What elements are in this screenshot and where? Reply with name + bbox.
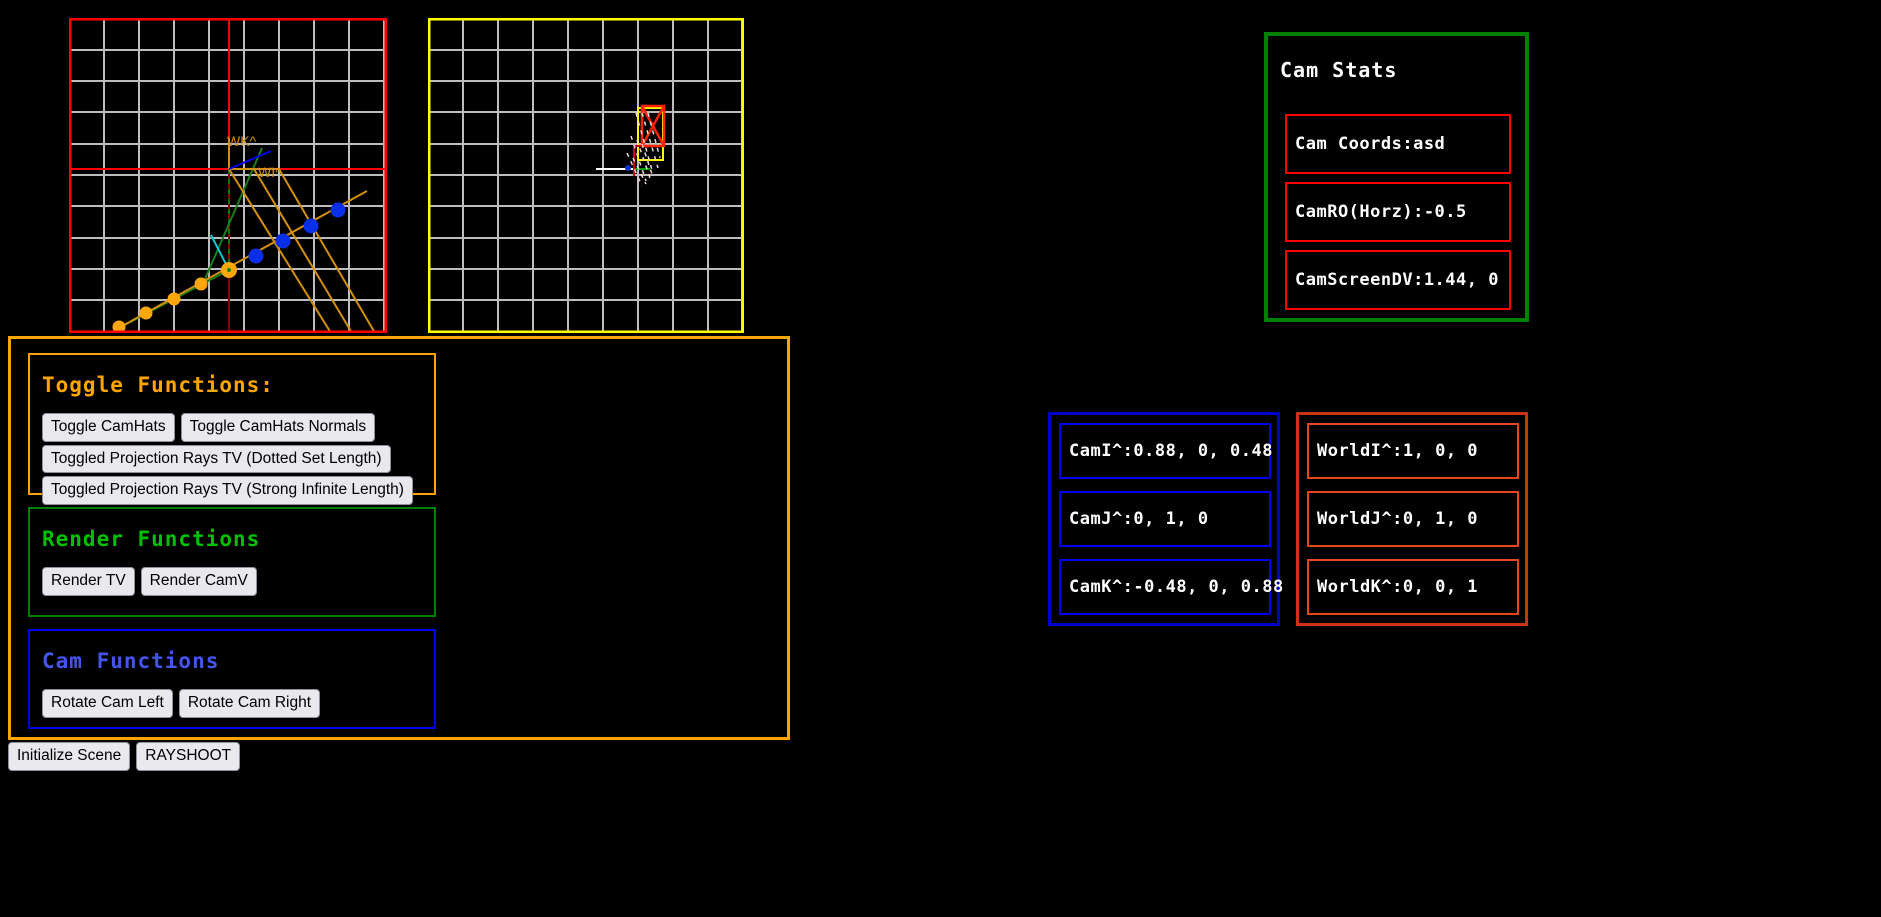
stat-cam-coords: Cam Coords:asd — [1285, 114, 1511, 174]
toggle-camhats-normals-button[interactable]: Toggle CamHats Normals — [180, 413, 376, 442]
orange-point — [139, 306, 153, 320]
rotate-cam-left-button[interactable]: Rotate Cam Left — [42, 689, 173, 718]
orange-point — [167, 292, 181, 306]
stat-cam-screen-dv-text: CamScreenDV:1.44, 0 — [1295, 270, 1499, 290]
stat-cam-ro-text: CamRO(Horz):-0.5 — [1295, 202, 1467, 222]
render-functions-panel: Render Functions Render TV Render CamV — [28, 507, 436, 617]
bottom-button-bar: Initialize Scene RAYSHOOT — [8, 742, 246, 774]
toggle-projection-rays-dotted-button[interactable]: Toggled Projection Rays TV (Dotted Set L… — [42, 444, 391, 473]
toggle-projection-rays-infinite-button[interactable]: Toggled Projection Rays TV (Strong Infin… — [42, 476, 413, 505]
cam-i-vector-box: CamI^:0.88, 0, 0.48 — [1059, 423, 1273, 479]
world-vectors-panel: WorldI^:1, 0, 0 WorldJ^:0, 1, 0 WorldK^:… — [1296, 412, 1528, 626]
cam-stats-title: Cam Stats — [1280, 58, 1398, 82]
cam-j-vector-text: CamJ^:0, 1, 0 — [1069, 509, 1209, 529]
camera-blue-point — [625, 165, 631, 171]
blue-point — [248, 248, 264, 264]
world-view-canvas[interactable]: WK^ WI^ — [69, 18, 387, 333]
world-view-svg[interactable]: WK^ WI^ — [69, 18, 387, 333]
cam-functions-title: Cam Functions — [42, 649, 220, 673]
render-functions-inner: Render Functions Render TV Render CamV — [42, 527, 426, 599]
cam-vectors-panel: CamI^:0.88, 0, 0.48 CamJ^:0, 1, 0 CamK^:… — [1048, 412, 1283, 626]
cam-k-vector-box: CamK^:-0.48, 0, 0.88 — [1059, 559, 1283, 615]
cam-functions-panel: Cam Functions Rotate Cam Left Rotate Cam … — [28, 629, 436, 729]
toggle-functions-panel: Toggle Functions: Toggle CamHats Toggle C… — [28, 353, 436, 505]
cam-functions-inner: Cam Functions Rotate Cam Left Rotate Cam … — [42, 649, 426, 721]
cam-j-vector-box: CamJ^:0, 1, 0 — [1059, 491, 1271, 547]
world-j-vector-box: WorldJ^:0, 1, 0 — [1307, 491, 1519, 547]
camera-origin-core — [227, 268, 231, 272]
toggle-camhats-button[interactable]: Toggle CamHats — [42, 413, 175, 442]
world-k-vector-text: WorldK^:0, 0, 1 — [1317, 577, 1479, 597]
stat-cam-ro: CamRO(Horz):-0.5 — [1285, 182, 1511, 242]
world-j-vector-text: WorldJ^:0, 1, 0 — [1317, 509, 1479, 529]
render-functions-title: Render Functions — [42, 527, 261, 551]
app-root: WK^ WI^ Cam Stats Cam Coords:asd CamRO(H… — [0, 0, 1881, 917]
camera-view-canvas[interactable] — [428, 18, 744, 333]
cam-stats-panel: Cam Stats Cam Coords:asd CamRO(Horz):-0.… — [1264, 32, 1529, 322]
label-wk: WK^ — [227, 133, 257, 149]
toggle-functions-title: Toggle Functions: — [42, 373, 274, 397]
blue-point — [330, 202, 346, 218]
stat-cam-coords-text: Cam Coords:asd — [1295, 134, 1446, 154]
blue-point — [303, 218, 319, 234]
world-i-vector-text: WorldI^:1, 0, 0 — [1317, 441, 1479, 461]
controls-panel: Toggle Functions: Toggle CamHats Toggle C… — [8, 336, 790, 740]
rayshoot-button[interactable]: RAYSHOOT — [136, 742, 241, 771]
blue-point — [275, 233, 291, 249]
camera-view-svg[interactable] — [428, 18, 744, 333]
render-tv-button[interactable]: Render TV — [42, 567, 135, 596]
toggle-functions-inner: Toggle Functions: Toggle CamHats Toggle C… — [42, 373, 426, 508]
render-camv-button[interactable]: Render CamV — [140, 567, 257, 596]
toggle-functions-buttons: Toggle CamHats Toggle CamHats Normals Tog… — [42, 413, 426, 508]
label-wi: WI^ — [258, 164, 282, 180]
cam-k-vector-text: CamK^:-0.48, 0, 0.88 — [1069, 577, 1284, 597]
rotate-cam-right-button[interactable]: Rotate Cam Right — [178, 689, 321, 718]
cam-functions-buttons: Rotate Cam Left Rotate Cam Right — [42, 689, 426, 721]
initialize-scene-button[interactable]: Initialize Scene — [8, 742, 131, 771]
stat-cam-screen-dv: CamScreenDV:1.44, 0 — [1285, 250, 1511, 310]
world-k-vector-box: WorldK^:0, 0, 1 — [1307, 559, 1519, 615]
world-i-vector-box: WorldI^:1, 0, 0 — [1307, 423, 1519, 479]
orange-point — [194, 277, 208, 291]
cam-i-vector-text: CamI^:0.88, 0, 0.48 — [1069, 441, 1273, 461]
render-functions-buttons: Render TV Render CamV — [42, 567, 426, 599]
